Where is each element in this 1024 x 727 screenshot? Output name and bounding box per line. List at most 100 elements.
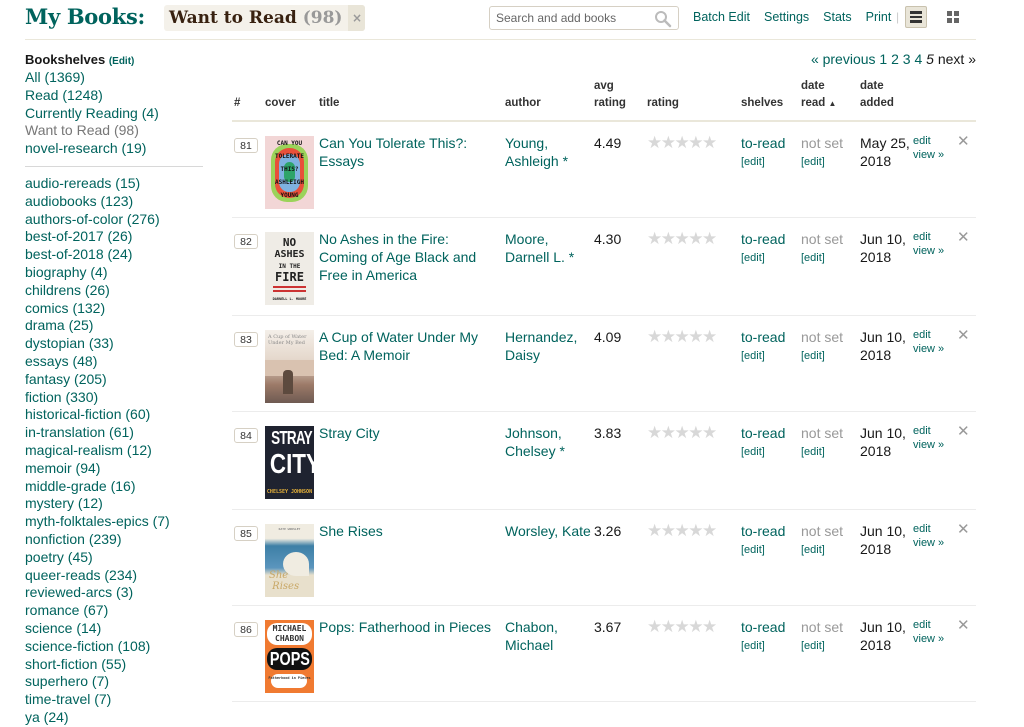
- edit-shelves-link[interactable]: [edit]: [741, 543, 799, 558]
- edit-date-read-link[interactable]: [edit]: [801, 155, 857, 170]
- shelf-link[interactable]: All (1369): [25, 69, 205, 87]
- user-rating-stars[interactable]: ★★★★★: [647, 617, 717, 636]
- view-review-link[interactable]: view »: [913, 632, 953, 646]
- author-link[interactable]: Young, Ashleigh *: [505, 135, 568, 169]
- edit-date-read-link[interactable]: [edit]: [801, 349, 857, 364]
- shelf-link[interactable]: poetry (45): [25, 549, 205, 567]
- author-link[interactable]: Worsley, Kate: [505, 523, 591, 539]
- rating-star-icon[interactable]: ★: [702, 327, 717, 346]
- position-number[interactable]: 81: [234, 138, 258, 153]
- page-3-link[interactable]: 3: [903, 51, 911, 67]
- rating-star-icon[interactable]: ★: [702, 423, 717, 442]
- position-number[interactable]: 85: [234, 526, 258, 541]
- rating-star-icon[interactable]: ★: [688, 229, 703, 248]
- edit-shelves-link[interactable]: (Edit): [109, 56, 135, 67]
- remove-book-icon[interactable]: ✕: [957, 228, 970, 246]
- view-review-link[interactable]: view »: [913, 438, 953, 452]
- shelf-link[interactable]: science (14): [25, 620, 205, 638]
- shelf-link[interactable]: magical-realism (12): [25, 442, 205, 460]
- shelf-link[interactable]: best-of-2018 (24): [25, 246, 205, 264]
- book-title-link[interactable]: No Ashes in the Fire: Coming of Age Blac…: [319, 231, 476, 283]
- shelf-link[interactable]: romance (67): [25, 602, 205, 620]
- book-title-link[interactable]: Stray City: [319, 425, 380, 441]
- edit-review-link[interactable]: edit: [913, 522, 953, 536]
- book-cover[interactable]: CAN YOU TOLERATE THIS? ASHLEIGH YOUNG: [265, 136, 314, 209]
- book-cover[interactable]: NO ASHES IN THE FIRE DARNELL L. MOORE: [265, 232, 314, 305]
- edit-shelves-link[interactable]: [edit]: [741, 639, 799, 654]
- col-title[interactable]: title: [319, 95, 339, 112]
- author-link[interactable]: Johnson, Chelsey *: [505, 425, 565, 459]
- search-input[interactable]: [490, 7, 650, 29]
- col-shelves[interactable]: shelves: [741, 95, 783, 112]
- page-4-link[interactable]: 4: [914, 51, 922, 67]
- shelf-link[interactable]: time-travel (7): [25, 691, 205, 709]
- book-cover[interactable]: KATE WORSLEY She Rises: [265, 524, 314, 597]
- remove-book-icon[interactable]: ✕: [957, 326, 970, 344]
- rating-star-icon[interactable]: ★: [702, 133, 717, 152]
- rating-star-icon[interactable]: ★: [702, 521, 717, 540]
- rating-star-icon[interactable]: ★: [688, 423, 703, 442]
- edit-shelves-link[interactable]: [edit]: [741, 251, 799, 266]
- shelf-link[interactable]: best-of-2017 (26): [25, 228, 205, 246]
- shelf-link[interactable]: Want to Read (98): [25, 122, 205, 140]
- view-review-link[interactable]: view »: [913, 244, 953, 258]
- print-link[interactable]: Print: [866, 10, 892, 24]
- shelf-link[interactable]: to-read: [741, 523, 785, 539]
- view-review-link[interactable]: view »: [913, 148, 953, 162]
- shelf-link[interactable]: memoir (94): [25, 460, 205, 478]
- author-link[interactable]: Hernandez, Daisy: [505, 329, 577, 363]
- edit-date-read-link[interactable]: [edit]: [801, 543, 857, 558]
- book-cover[interactable]: MICHAEL CHABON POPS Fatherhood in Pieces: [265, 620, 314, 693]
- shelf-link[interactable]: essays (48): [25, 353, 205, 371]
- shelf-link[interactable]: to-read: [741, 425, 785, 441]
- clear-filter-icon[interactable]: ×: [348, 5, 366, 31]
- book-title-link[interactable]: Can You Tolerate This?: Essays: [319, 135, 467, 169]
- rating-star-icon[interactable]: ★: [661, 327, 676, 346]
- rating-star-icon[interactable]: ★: [647, 423, 662, 442]
- rating-star-icon[interactable]: ★: [661, 423, 676, 442]
- book-title-link[interactable]: Pops: Fatherhood in Pieces: [319, 619, 491, 635]
- rating-star-icon[interactable]: ★: [661, 229, 676, 248]
- col-date-added[interactable]: date added: [860, 78, 894, 112]
- position-number[interactable]: 86: [234, 622, 258, 637]
- shelf-link[interactable]: fiction (330): [25, 389, 205, 407]
- shelf-link[interactable]: audiobooks (123): [25, 193, 205, 211]
- shelf-link[interactable]: science-fiction (108): [25, 638, 205, 656]
- remove-book-icon[interactable]: ✕: [957, 616, 970, 634]
- remove-book-icon[interactable]: ✕: [957, 422, 970, 440]
- author-link[interactable]: Chabon, Michael: [505, 619, 558, 653]
- remove-book-icon[interactable]: ✕: [957, 132, 970, 150]
- remove-book-icon[interactable]: ✕: [957, 520, 970, 538]
- book-title-link[interactable]: A Cup of Water Under My Bed: A Memoir: [319, 329, 478, 363]
- rating-star-icon[interactable]: ★: [675, 423, 690, 442]
- grid-view-button[interactable]: [947, 11, 959, 23]
- edit-review-link[interactable]: edit: [913, 134, 953, 148]
- rating-star-icon[interactable]: ★: [675, 327, 690, 346]
- stats-link[interactable]: Stats: [823, 10, 852, 24]
- rating-star-icon[interactable]: ★: [661, 521, 676, 540]
- edit-review-link[interactable]: edit: [913, 424, 953, 438]
- user-rating-stars[interactable]: ★★★★★: [647, 229, 717, 248]
- col-avg-rating[interactable]: avg rating: [594, 78, 626, 112]
- user-rating-stars[interactable]: ★★★★★: [647, 423, 717, 442]
- col-rating[interactable]: rating: [647, 95, 679, 112]
- rating-star-icon[interactable]: ★: [675, 133, 690, 152]
- rating-star-icon[interactable]: ★: [661, 133, 676, 152]
- shelf-link[interactable]: historical-fiction (60): [25, 406, 205, 424]
- shelf-link[interactable]: childrens (26): [25, 282, 205, 300]
- rating-star-icon[interactable]: ★: [647, 327, 662, 346]
- shelf-link[interactable]: to-read: [741, 231, 785, 247]
- shelf-link[interactable]: to-read: [741, 135, 785, 151]
- shelf-link[interactable]: middle-grade (16): [25, 478, 205, 496]
- shelf-link[interactable]: nonfiction (239): [25, 531, 205, 549]
- col-cover[interactable]: cover: [265, 95, 296, 112]
- shelf-link[interactable]: biography (4): [25, 264, 205, 282]
- shelf-link[interactable]: audio-rereads (15): [25, 175, 205, 193]
- view-review-link[interactable]: view »: [913, 536, 953, 550]
- view-review-link[interactable]: view »: [913, 342, 953, 356]
- page-1-link[interactable]: 1: [879, 51, 887, 67]
- page-2-link[interactable]: 2: [891, 51, 899, 67]
- rating-star-icon[interactable]: ★: [647, 617, 662, 636]
- page-title[interactable]: My Books:: [25, 4, 145, 29]
- user-rating-stars[interactable]: ★★★★★: [647, 133, 717, 152]
